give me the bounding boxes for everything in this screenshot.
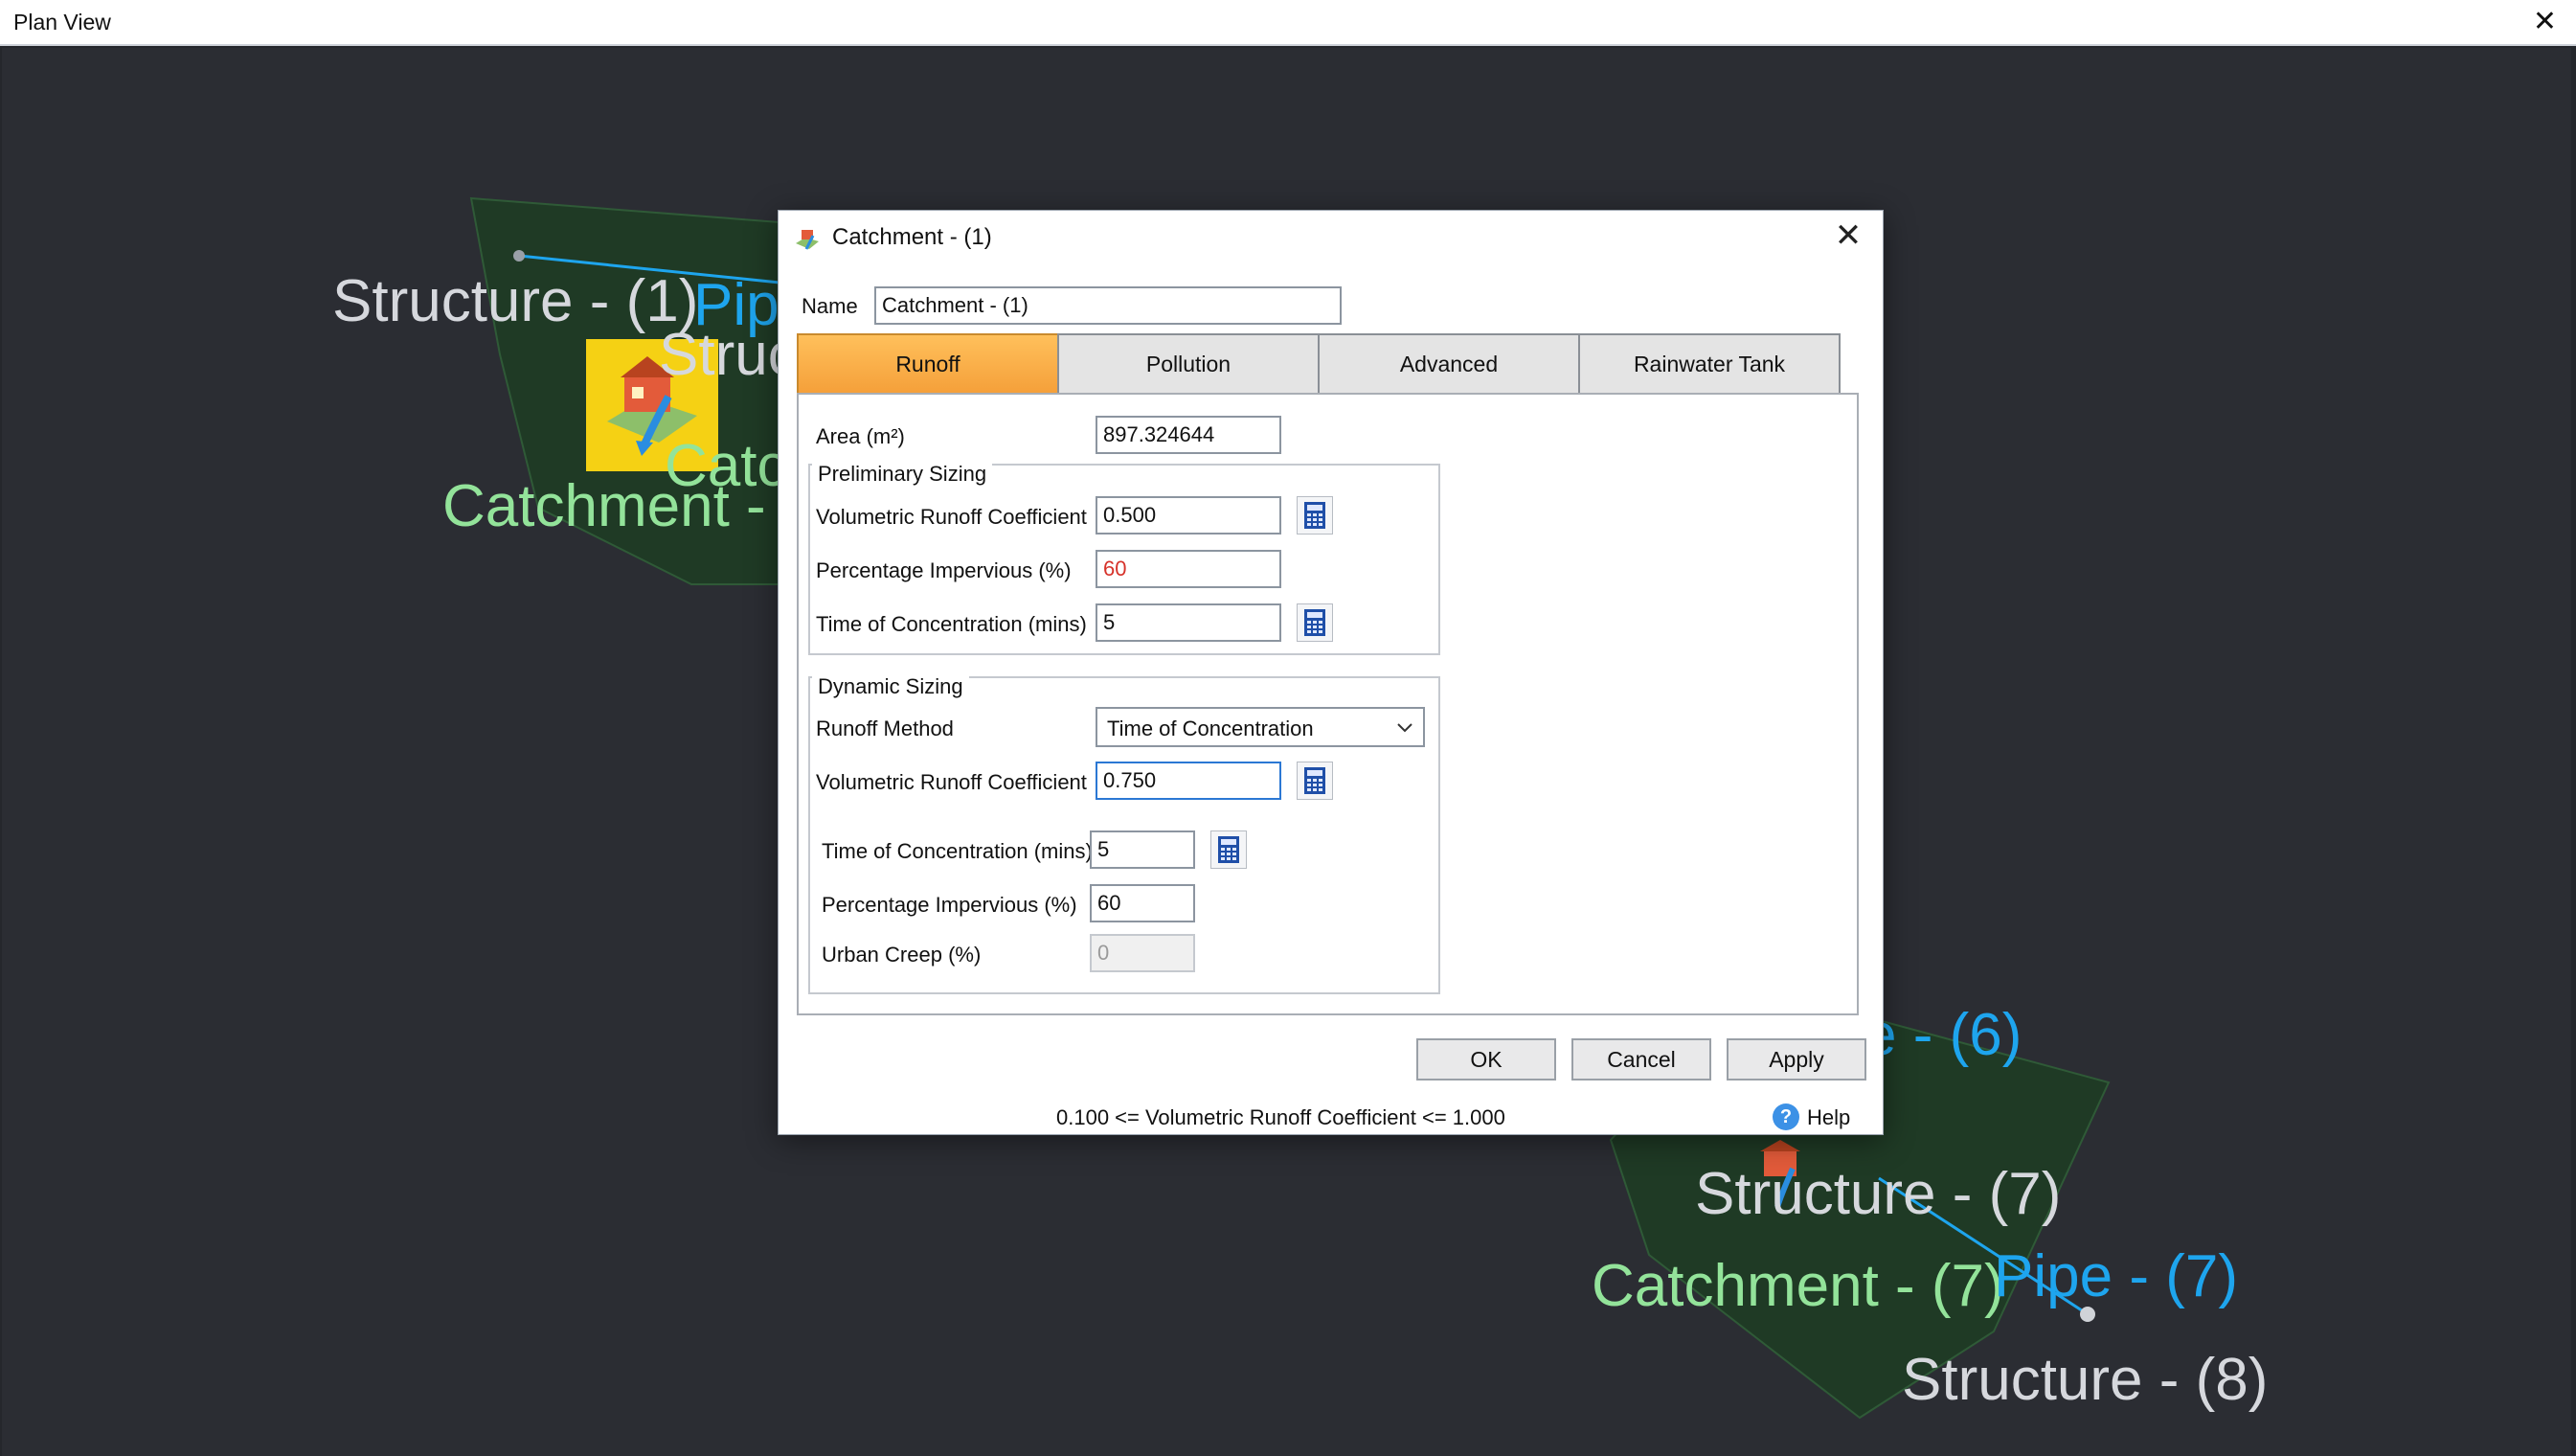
dialog-close-button[interactable]: ✕ (1829, 216, 1867, 255)
prelim-vrc-label: Volumetric Runoff Coefficient (816, 505, 1087, 529)
calculator-icon (1218, 836, 1239, 863)
area-field[interactable] (1096, 416, 1281, 454)
window-titlebar: Plan View ✕ (0, 0, 2576, 46)
cancel-button[interactable]: Cancel (1571, 1038, 1711, 1081)
prelim-pct-field[interactable] (1096, 550, 1281, 588)
runoff-method-value: Time of Concentration (1107, 717, 1314, 740)
dynamic-sizing-group: Dynamic Sizing Runoff Method Time of Con… (808, 674, 1440, 994)
prelim-toc-calculator-button[interactable] (1297, 603, 1333, 642)
dynamic-toc-label: Time of Concentration (mins) (822, 839, 1093, 863)
apply-button[interactable]: Apply (1727, 1038, 1866, 1081)
calculator-icon (1304, 609, 1325, 636)
calculator-icon (1304, 502, 1325, 529)
dynamic-vrc-label: Volumetric Runoff Coefficient (816, 770, 1087, 794)
prelim-vrc-field[interactable] (1096, 496, 1281, 535)
preliminary-sizing-title: Preliminary Sizing (812, 462, 993, 487)
dynamic-vrc-calculator-button[interactable] (1297, 762, 1333, 800)
prelim-toc-field[interactable] (1096, 603, 1281, 642)
catchment-icon (796, 230, 819, 250)
plan-label-pipe-6[interactable]: e - (6) (1864, 1006, 2022, 1065)
area-label: Area (m²) (816, 424, 905, 448)
urban-creep-label: Urban Creep (%) (822, 943, 982, 967)
urban-creep-field (1090, 934, 1195, 972)
window-title: Plan View (13, 10, 111, 34)
prelim-toc-label: Time of Concentration (mins) (816, 612, 1087, 636)
chevron-down-icon (1397, 723, 1412, 733)
tab-runoff[interactable]: Runoff (797, 333, 1059, 395)
dialog-tabs: Runoff Pollution Advanced Rainwater Tank (797, 333, 1843, 395)
dynamic-pct-label: Percentage Impervious (%) (822, 893, 1077, 917)
name-field[interactable] (874, 286, 1342, 325)
prelim-pct-label: Percentage Impervious (%) (816, 558, 1072, 582)
window-close-button[interactable]: ✕ (2533, 6, 2557, 38)
dynamic-vrc-field[interactable] (1096, 762, 1281, 800)
dynamic-toc-calculator-button[interactable] (1210, 830, 1247, 869)
ok-button[interactable]: OK (1416, 1038, 1556, 1081)
dialog-title: Catchment - (1) (832, 224, 992, 250)
calculator-icon (1304, 767, 1325, 794)
preliminary-sizing-group: Preliminary Sizing Volumetric Runoff Coe… (808, 462, 1440, 655)
plan-label-pipe-7[interactable]: Pipe - (7) (1994, 1247, 2238, 1307)
prelim-vrc-calculator-button[interactable] (1297, 496, 1333, 535)
structure-1-node (513, 250, 525, 262)
tab-advanced[interactable]: Advanced (1318, 333, 1580, 395)
help-link[interactable]: Help (1807, 1105, 1850, 1130)
runoff-method-select[interactable]: Time of Concentration (1096, 707, 1425, 747)
plan-label-structure-7[interactable]: Structure - (7) (1695, 1165, 2061, 1224)
tab-rainwater-tank[interactable]: Rainwater Tank (1578, 333, 1841, 395)
dynamic-sizing-title: Dynamic Sizing (812, 674, 969, 699)
plan-label-catchment-partial[interactable]: Catc (665, 437, 786, 496)
runoff-method-label: Runoff Method (816, 717, 954, 740)
tab-pollution[interactable]: Pollution (1057, 333, 1320, 395)
plan-label-catchment-7[interactable]: Catchment - (7) (1592, 1257, 2004, 1316)
help-icon[interactable]: ? (1773, 1103, 1799, 1130)
plan-label-structure-8[interactable]: Structure - (8) (1902, 1351, 2268, 1410)
catchment-dialog: Catchment - (1) ✕ Name Runoff Pollution … (778, 210, 1884, 1135)
dynamic-toc-field[interactable] (1090, 830, 1195, 869)
validation-hint: 0.100 <= Volumetric Runoff Coefficient <… (1056, 1105, 1505, 1129)
runoff-panel: Area (m²) Preliminary Sizing Volumetric … (797, 393, 1859, 1015)
plan-label-structure-partial[interactable]: Struc (659, 326, 798, 385)
dynamic-pct-field[interactable] (1090, 884, 1195, 922)
name-label: Name (802, 294, 858, 318)
plan-label-structure-1[interactable]: Structure - (1) (332, 272, 698, 331)
